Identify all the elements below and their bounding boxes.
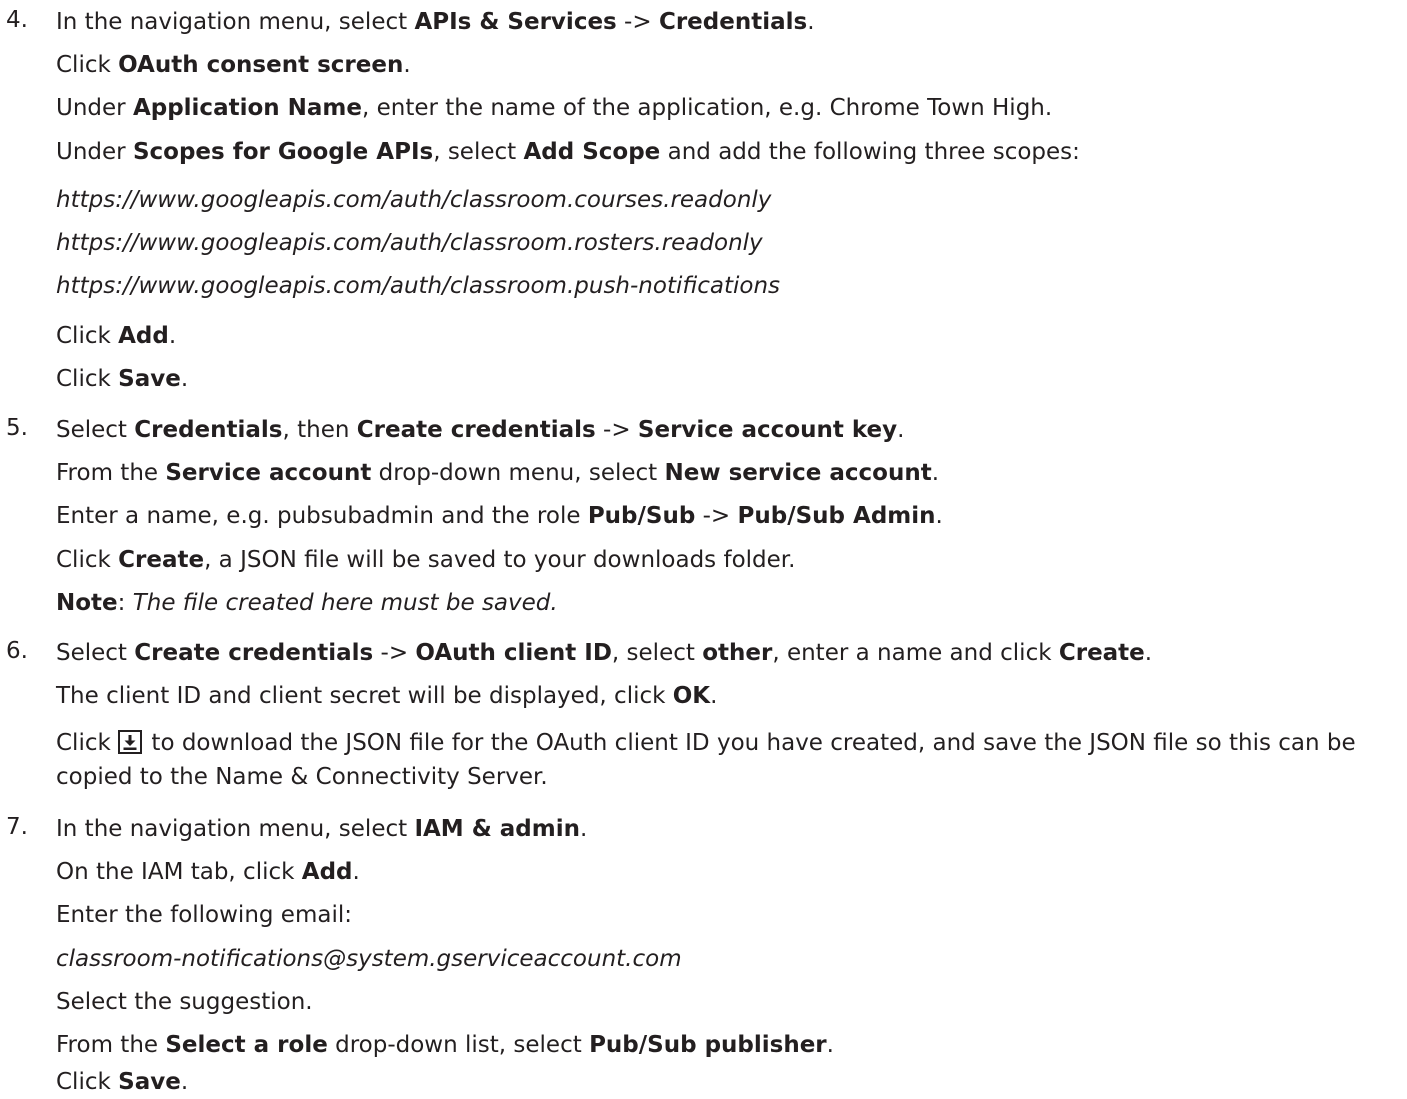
step-line: Under Scopes for Google APIs, select Add… xyxy=(56,139,1080,165)
step-line: Select Credentials, then Create credenti… xyxy=(56,417,905,443)
step-line: Select Create credentials -> OAuth clien… xyxy=(56,640,1153,666)
step-number: 7. xyxy=(6,814,28,840)
step-number: 6. xyxy=(6,638,28,664)
scope-url: https://www.googleapis.com/auth/classroo… xyxy=(56,273,781,299)
step-number: 5. xyxy=(6,415,28,441)
note-label: Note xyxy=(56,590,118,616)
step-line: Click Save. xyxy=(56,366,189,392)
step-number: 4. xyxy=(6,7,28,33)
email-address: classroom-notifications@system.gservicea… xyxy=(56,946,682,972)
note-text: The file created here must be saved. xyxy=(132,590,558,616)
step-line: Enter the following email: xyxy=(56,902,352,928)
step-line: From the Select a role drop-down list, s… xyxy=(56,1032,834,1058)
step-line: From the Service account drop-down menu,… xyxy=(56,460,940,486)
step-line: Click Add. xyxy=(56,323,177,349)
note: Note: The file created here must be save… xyxy=(56,590,558,616)
step-line: Click Save. xyxy=(56,1069,189,1095)
step-line: In the navigation menu, select APIs & Se… xyxy=(56,9,815,35)
scope-url: https://www.googleapis.com/auth/classroo… xyxy=(56,230,763,256)
step-line: Under Application Name, enter the name o… xyxy=(56,95,1053,121)
step-line: Enter a name, e.g. pubsubadmin and the r… xyxy=(56,503,943,529)
step-line: Click Create, a JSON file will be saved … xyxy=(56,547,796,573)
step-line: In the navigation menu, select IAM & adm… xyxy=(56,816,588,842)
step-line: Click OAuth consent screen. xyxy=(56,52,411,78)
step-line: Select the suggestion. xyxy=(56,989,313,1015)
step-line: The client ID and client secret will be … xyxy=(56,683,718,709)
step-line: On the IAM tab, click Add. xyxy=(56,859,360,885)
instructions-document: 4. In the navigation menu, select APIs &… xyxy=(0,0,1407,1099)
step-line: Click to download the JSON file for the … xyxy=(56,730,1356,790)
download-icon[interactable] xyxy=(118,730,143,754)
scope-url: https://www.googleapis.com/auth/classroo… xyxy=(56,187,772,213)
